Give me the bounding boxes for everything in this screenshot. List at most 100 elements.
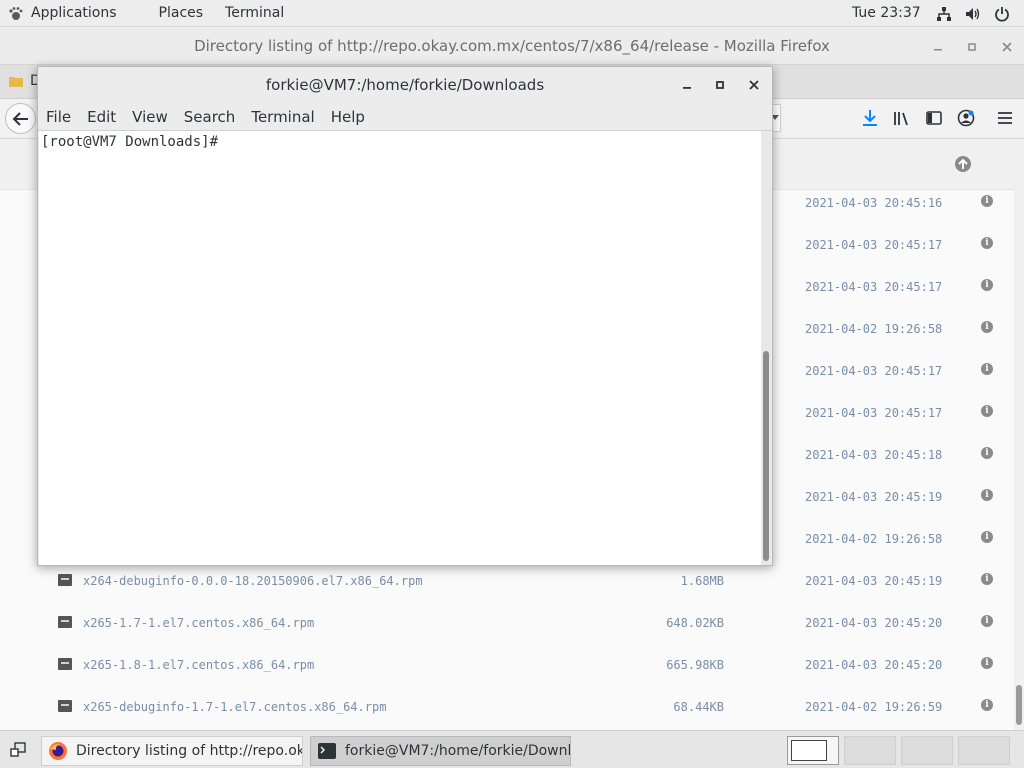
- library-icon: [894, 112, 908, 126]
- workspace-2[interactable]: [844, 736, 896, 765]
- file-archive-icon: [58, 616, 72, 628]
- scroll-to-top-icon[interactable]: [954, 155, 972, 173]
- terminal-icon: [318, 743, 336, 759]
- file-date: 2021-04-03 20:45:17: [805, 406, 943, 420]
- info-icon[interactable]: i: [981, 573, 993, 585]
- library-button[interactable]: [892, 108, 912, 128]
- sidebar-button[interactable]: [924, 108, 944, 128]
- file-name-link[interactable]: x264-debuginfo-0.0.0-18.20150906.el7.x86…: [83, 574, 423, 588]
- sidebar-icon: [926, 111, 942, 125]
- info-icon[interactable]: i: [981, 195, 993, 207]
- table-row: x265-debuginfo-1.7-1.el7.centos.x86_64.r…: [0, 686, 1014, 728]
- menu-file[interactable]: File: [46, 108, 71, 126]
- terminal-close-button[interactable]: [744, 75, 764, 95]
- terminal-scrollbar[interactable]: [761, 131, 771, 565]
- firefox-maximize-button[interactable]: [962, 37, 982, 57]
- back-arrow-icon: [12, 111, 28, 126]
- info-icon[interactable]: i: [981, 405, 993, 417]
- menu-button[interactable]: [995, 108, 1015, 128]
- file-name-link[interactable]: x265-debuginfo-1.7-1.el7.centos.x86_64.r…: [83, 700, 386, 714]
- terminal-output[interactable]: [root@VM7 Downloads]#: [39, 131, 761, 565]
- places-menu[interactable]: Places: [159, 5, 204, 21]
- file-date: 2021-04-03 20:45:17: [805, 280, 943, 294]
- clock[interactable]: Tue 23:37: [852, 5, 921, 21]
- file-size: 68.44KB: [673, 700, 724, 714]
- menu-search[interactable]: Search: [184, 108, 236, 126]
- file-name-link[interactable]: x265-1.7-1.el7.centos.x86_64.rpm: [83, 616, 314, 630]
- file-date: 2021-04-02 19:26:58: [805, 322, 943, 336]
- account-button[interactable]: [956, 108, 976, 128]
- info-icon[interactable]: i: [981, 531, 993, 543]
- file-date: 2021-04-03 20:45:19: [805, 490, 943, 504]
- info-icon[interactable]: i: [981, 237, 993, 249]
- file-date: 2021-04-03 20:45:20: [805, 616, 943, 630]
- menu-help[interactable]: Help: [331, 108, 365, 126]
- file-date: 2021-04-02 19:26:59: [805, 700, 943, 714]
- back-button[interactable]: [5, 103, 36, 134]
- close-icon: [749, 80, 759, 90]
- firefox-scrollbar[interactable]: [1014, 140, 1024, 730]
- menu-icon: [998, 112, 1012, 124]
- terminal-titlebar[interactable]: forkie@VM7:/home/forkie/Downloads: [38, 67, 772, 103]
- scrollbar-thumb[interactable]: [763, 351, 769, 561]
- gnome-foot-icon: [9, 6, 23, 20]
- file-archive-icon: [58, 574, 72, 586]
- taskbar-terminal[interactable]: forkie@VM7:/home/forkie/Downloa...: [310, 736, 571, 766]
- firefox-icon: [49, 742, 67, 760]
- file-archive-icon: [58, 658, 72, 670]
- info-icon[interactable]: i: [981, 699, 993, 711]
- menu-terminal[interactable]: Terminal: [251, 108, 314, 126]
- firefox-window-title: Directory listing of http://repo.okay.co…: [194, 37, 830, 55]
- menu-view[interactable]: View: [132, 108, 168, 126]
- scrollbar-thumb[interactable]: [1016, 685, 1022, 725]
- system-status-area[interactable]: [935, 5, 1010, 22]
- applications-menu[interactable]: Applications: [8, 5, 139, 21]
- info-icon[interactable]: i: [981, 321, 993, 333]
- menu-edit[interactable]: Edit: [87, 108, 116, 126]
- firefox-minimize-button[interactable]: [928, 37, 948, 57]
- info-icon[interactable]: i: [981, 363, 993, 375]
- table-row: x265-1.8-1.el7.centos.x86_64.rpm 665.98KB…: [0, 644, 1014, 686]
- workspace-3[interactable]: [901, 736, 953, 765]
- info-icon[interactable]: i: [981, 657, 993, 669]
- volume-icon: [964, 5, 981, 22]
- top-bar: Applications Places Terminal Tue 23:37: [0, 0, 1024, 27]
- info-icon[interactable]: i: [981, 489, 993, 501]
- downloads-button[interactable]: [860, 108, 880, 128]
- terminal-app-menu[interactable]: Terminal: [225, 5, 284, 21]
- downloads-icon: [863, 110, 877, 126]
- terminal-maximize-button[interactable]: [710, 75, 730, 95]
- folder-icon: [9, 77, 23, 87]
- minimize-icon: [683, 87, 691, 89]
- account-icon: [957, 109, 975, 127]
- file-name-link[interactable]: x265-1.8-1.el7.centos.x86_64.rpm: [83, 658, 314, 672]
- maximize-icon: [968, 43, 976, 51]
- table-row: x265-1.7-1.el7.centos.x86_64.rpm 648.02KB…: [0, 602, 1014, 644]
- file-date: 2021-04-02 19:26:58: [805, 532, 943, 546]
- file-size: 648.02KB: [666, 616, 724, 630]
- file-size: 1.68MB: [680, 574, 724, 588]
- file-date: 2021-04-03 20:45:17: [805, 364, 943, 378]
- show-desktop-button[interactable]: [8, 740, 28, 760]
- firefox-close-button[interactable]: [997, 37, 1017, 57]
- file-date: 2021-04-03 20:45:20: [805, 658, 943, 672]
- terminal-minimize-button[interactable]: [677, 75, 697, 95]
- info-icon[interactable]: i: [981, 447, 993, 459]
- file-size: 665.98KB: [666, 658, 724, 672]
- taskbar-firefox-label: Directory listing of http://repo.okay...…: [76, 743, 302, 759]
- terminal-menubar: File Edit View Search Terminal Help: [38, 103, 772, 131]
- close-icon: [1002, 42, 1012, 52]
- minimize-icon: [934, 49, 942, 51]
- terminal-window[interactable]: forkie@VM7:/home/forkie/Downloads File E…: [37, 66, 773, 566]
- file-date: 2021-04-03 20:45:16: [805, 196, 943, 210]
- file-date: 2021-04-03 20:45:17: [805, 238, 943, 252]
- info-icon[interactable]: i: [981, 615, 993, 627]
- workspace-1[interactable]: [787, 736, 839, 765]
- bottom-taskbar: Directory listing of http://repo.okay...…: [0, 730, 1024, 768]
- workspace-4[interactable]: [958, 736, 1010, 765]
- shell-prompt: [root@VM7 Downloads]#: [41, 134, 227, 150]
- info-icon[interactable]: i: [981, 279, 993, 291]
- taskbar-firefox[interactable]: Directory listing of http://repo.okay...…: [41, 736, 303, 766]
- taskbar-terminal-label: forkie@VM7:/home/forkie/Downloa...: [345, 743, 571, 759]
- firefox-titlebar[interactable]: Directory listing of http://repo.okay.co…: [0, 28, 1024, 65]
